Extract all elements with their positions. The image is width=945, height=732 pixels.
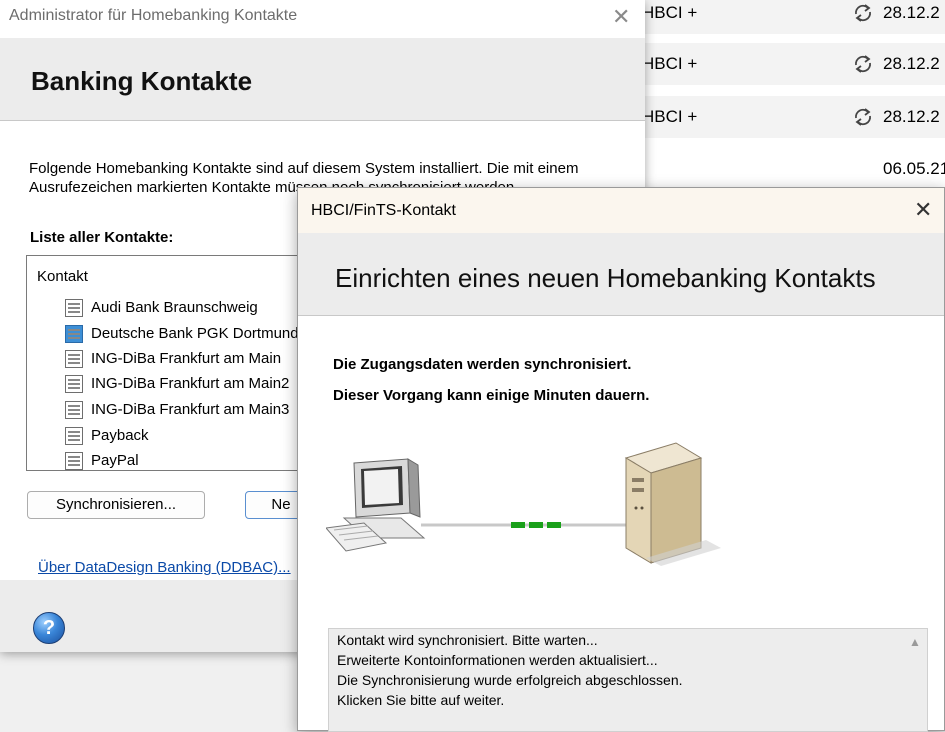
status-log-line: Kontakt wird synchronisiert. Bitte warte…	[337, 632, 598, 648]
contact-label: ING-DiBa Frankfurt am Main	[91, 350, 282, 367]
contact-column-header[interactable]: Kontakt	[37, 268, 88, 285]
status-log-line: Erweiterte Kontoinformationen werden akt…	[337, 652, 658, 668]
contact-icon	[65, 299, 83, 317]
sync-date: 28.12.2	[883, 54, 940, 73]
background-list-row[interactable]: HBCI + 28.12.2	[630, 43, 945, 85]
contact-icon	[65, 375, 83, 393]
about-link[interactable]: Über DataDesign Banking (DDBAC)...	[38, 559, 291, 576]
contact-list-item[interactable]: Deutsche Bank PGK Dortmund	[65, 322, 317, 346]
contact-list[interactable]: Kontakt Audi Bank Braunschweig Deutsche …	[26, 255, 318, 471]
sync-date: 06.05.21	[883, 159, 945, 178]
sync-message: Die Zugangsdaten werden synchronisiert.	[333, 356, 632, 373]
contact-list-item[interactable]: Payback	[65, 424, 317, 448]
status-log[interactable]: Kontakt wird synchronisiert. Bitte warte…	[328, 628, 928, 732]
contact-icon	[65, 325, 83, 343]
admin-header: Banking Kontakte	[0, 38, 645, 121]
connection-illustration	[326, 442, 721, 566]
contact-icon	[65, 350, 83, 368]
background-list-row[interactable]: HBCI + 28.12.2	[630, 96, 945, 138]
close-icon[interactable]: ✕	[914, 197, 932, 223]
sync-icon	[855, 108, 871, 126]
page-title: Banking Kontakte	[31, 66, 253, 96]
background-list-row[interactable]: HBCI + 28.12.2	[630, 0, 945, 34]
sync-date: 28.12.2	[883, 107, 940, 126]
background-list-row[interactable]: 06.05.21	[630, 148, 945, 190]
contact-icon	[65, 401, 83, 419]
contact-list-item[interactable]: ING-DiBa Frankfurt am Main3	[65, 398, 317, 422]
admin-window-title: Administrator für Homebanking Kontakte	[9, 7, 298, 24]
connection-type: HBCI +	[642, 3, 698, 22]
contact-label: PayPal	[91, 452, 139, 469]
contact-icon	[65, 427, 83, 445]
contact-icon	[65, 452, 83, 470]
dialog-header-title: Einrichten eines neuen Homebanking Konta…	[335, 263, 876, 293]
dialog-header: Einrichten eines neuen Homebanking Konta…	[298, 233, 944, 316]
hbci-dialog: HBCI/FinTS-Kontakt ✕ Einrichten eines ne…	[297, 187, 945, 732]
connection-type: HBCI +	[642, 107, 698, 126]
contact-list-item[interactable]: Audi Bank Braunschweig	[65, 296, 317, 320]
contact-label: Audi Bank Braunschweig	[91, 299, 258, 316]
progress-indicator	[511, 522, 561, 528]
server-icon	[624, 442, 721, 566]
help-icon[interactable]: ?	[33, 612, 65, 644]
contact-label: ING-DiBa Frankfurt am Main3	[91, 401, 290, 418]
duration-message: Dieser Vorgang kann einige Minuten dauer…	[333, 387, 650, 404]
admin-titlebar[interactable]: Administrator für Homebanking Kontakte ✕	[0, 0, 645, 38]
status-log-line: Klicken Sie bitte auf weiter.	[337, 692, 505, 708]
scroll-up-arrow-icon[interactable]: ▲	[909, 635, 921, 649]
status-log-line: Die Synchronisierung wurde erfolgreich a…	[337, 672, 683, 688]
contact-label: ING-DiBa Frankfurt am Main2	[91, 375, 290, 392]
synchronize-button[interactable]: Synchronisieren...	[27, 491, 205, 519]
sync-icon	[855, 4, 871, 22]
contact-list-item[interactable]: PayPal	[65, 449, 317, 470]
contact-list-item[interactable]: ING-DiBa Frankfurt am Main	[65, 347, 317, 371]
close-icon[interactable]: ✕	[612, 4, 630, 30]
sync-date: 28.12.2	[883, 3, 940, 22]
contact-label: Deutsche Bank PGK Dortmund	[91, 325, 299, 342]
contact-list-item[interactable]: ING-DiBa Frankfurt am Main2	[65, 372, 317, 396]
sync-icon	[855, 55, 871, 73]
dialog-titlebar[interactable]: HBCI/FinTS-Kontakt ✕	[298, 188, 944, 233]
computer-icon	[326, 458, 426, 552]
dialog-title: HBCI/FinTS-Kontakt	[311, 202, 456, 219]
contact-label: Payback	[91, 427, 149, 444]
contact-list-label: Liste aller Kontakte:	[30, 229, 174, 246]
connection-type: HBCI +	[642, 54, 698, 73]
